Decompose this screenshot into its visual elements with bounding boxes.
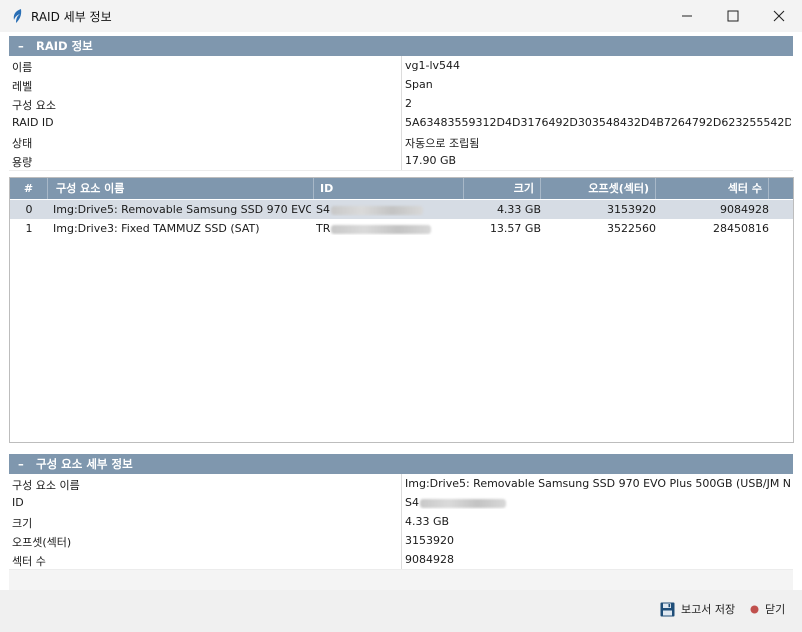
prop-row[interactable]: 상태 자동으로 조립됨	[9, 132, 793, 152]
prop-row[interactable]: RAID ID 5A63483559312D4D3176492D30354843…	[9, 113, 793, 133]
cell-id: S4	[316, 203, 462, 216]
maximize-button[interactable]	[710, 0, 756, 32]
prop-value: 4.33 GB	[405, 515, 450, 528]
prop-value: 17.90 GB	[405, 154, 457, 167]
prop-key: 구성 요소	[12, 99, 56, 112]
close-label: 닫기	[765, 603, 786, 616]
close-button[interactable]: 닫기	[750, 600, 785, 618]
prop-key: 오프셋(섹터)	[12, 536, 72, 549]
prop-key: ID	[12, 496, 24, 509]
prop-row[interactable]: 레벨 Span	[9, 75, 793, 95]
prop-value: 9084928	[405, 553, 454, 566]
prop-value: 3153920	[405, 534, 454, 547]
cell-offset: 3153920	[607, 203, 656, 216]
raid-info-header[interactable]: – RAID 정보	[9, 36, 793, 56]
prop-value: 자동으로 조립됨	[405, 137, 480, 150]
maximize-icon	[727, 10, 739, 22]
collapse-toggle[interactable]: –	[18, 36, 24, 56]
close-window-button[interactable]	[756, 0, 802, 32]
app-logo-icon	[13, 9, 22, 23]
cell-id-text: S4	[316, 203, 330, 216]
members-table-header: # 구성 요소 이름 ID 크기 오프셋(섹터) 섹터 수	[10, 178, 793, 199]
cell-name: Img:Drive3: Fixed TAMMUZ SSD (SAT)	[53, 222, 260, 235]
prop-value: Img:Drive5: Removable Samsung SSD 970 EV…	[405, 477, 791, 490]
col-header-size[interactable]: 크기	[464, 178, 541, 199]
table-row-selected[interactable]: 0 Img:Drive5: Removable Samsung SSD 970 …	[10, 200, 793, 219]
prop-row[interactable]: 이름 vg1-lv544	[9, 56, 793, 76]
cell-name: Img:Drive5: Removable Samsung SSD 970 EV…	[53, 203, 311, 216]
prop-key: 용량	[12, 156, 33, 169]
prop-row[interactable]: ID S4	[9, 493, 793, 513]
col-header-offset[interactable]: 오프셋(섹터)	[541, 178, 656, 199]
col-header-num[interactable]: #	[10, 178, 48, 199]
cell-num: 0	[25, 203, 33, 216]
table-row[interactable]: 1 Img:Drive3: Fixed TAMMUZ SSD (SAT) TR …	[10, 219, 793, 238]
red-dot-icon	[750, 605, 759, 613]
col-header-name[interactable]: 구성 요소 이름	[48, 178, 314, 199]
close-icon	[773, 10, 785, 22]
minimize-button[interactable]	[664, 0, 710, 32]
window-title: RAID 세부 정보	[31, 10, 112, 24]
title-bar: RAID 세부 정보	[0, 0, 802, 32]
prop-row[interactable]: 크기 4.33 GB	[9, 512, 793, 532]
cell-id: TR	[316, 222, 462, 235]
prop-value: 2	[405, 97, 412, 110]
prop-key: 이름	[12, 61, 33, 74]
cell-id-text: TR	[316, 222, 331, 235]
details-filler	[9, 570, 793, 590]
members-table[interactable]: # 구성 요소 이름 ID 크기 오프셋(섹터) 섹터 수 0 Img:Driv…	[9, 177, 794, 443]
floppy-disk-icon	[660, 602, 675, 616]
member-details-header[interactable]: – 구성 요소 세부 정보	[9, 454, 793, 474]
cell-size: 13.57 GB	[489, 222, 541, 235]
cell-sectors: 9084928	[720, 203, 769, 216]
prop-key: 크기	[12, 517, 33, 530]
redacted-blur	[331, 224, 432, 234]
prop-value: 5A63483559312D4D3176492D303548432D4B7264…	[405, 116, 791, 129]
save-report-label: 보고서 저장	[681, 603, 736, 616]
prop-key: 레벨	[12, 80, 33, 93]
prop-key: 상태	[12, 137, 33, 150]
cell-num: 1	[25, 222, 33, 235]
cell-size: 4.33 GB	[496, 203, 541, 216]
cell-offset: 3522560	[607, 222, 656, 235]
prop-value: Span	[405, 78, 433, 91]
prop-row[interactable]: 오프셋(섹터) 3153920	[9, 531, 793, 551]
redacted-blur	[419, 498, 506, 508]
prop-key: 구성 요소 이름	[12, 479, 80, 492]
prop-value: vg1-lv544	[405, 59, 461, 72]
minimize-icon	[682, 15, 692, 17]
prop-key: 섹터 수	[12, 555, 46, 568]
save-report-button[interactable]: 보고서 저장	[660, 600, 735, 618]
redacted-blur	[330, 205, 423, 215]
prop-key: RAID ID	[12, 116, 54, 129]
member-details-title: 구성 요소 세부 정보	[36, 457, 133, 471]
cell-sectors: 28450816	[713, 222, 769, 235]
prop-value: S4	[405, 496, 791, 509]
prop-row[interactable]: 섹터 수 9084928	[9, 550, 793, 570]
prop-row[interactable]: 용량 17.90 GB	[9, 151, 793, 171]
col-header-id[interactable]: ID	[314, 178, 464, 199]
collapse-toggle[interactable]: –	[18, 454, 24, 474]
id-text: S4	[405, 496, 419, 509]
col-header-sectors[interactable]: 섹터 수	[656, 178, 769, 199]
raid-info-title: RAID 정보	[36, 39, 93, 53]
prop-row[interactable]: 구성 요소 이름 Img:Drive5: Removable Samsung S…	[9, 474, 793, 494]
prop-row[interactable]: 구성 요소 2	[9, 94, 793, 114]
